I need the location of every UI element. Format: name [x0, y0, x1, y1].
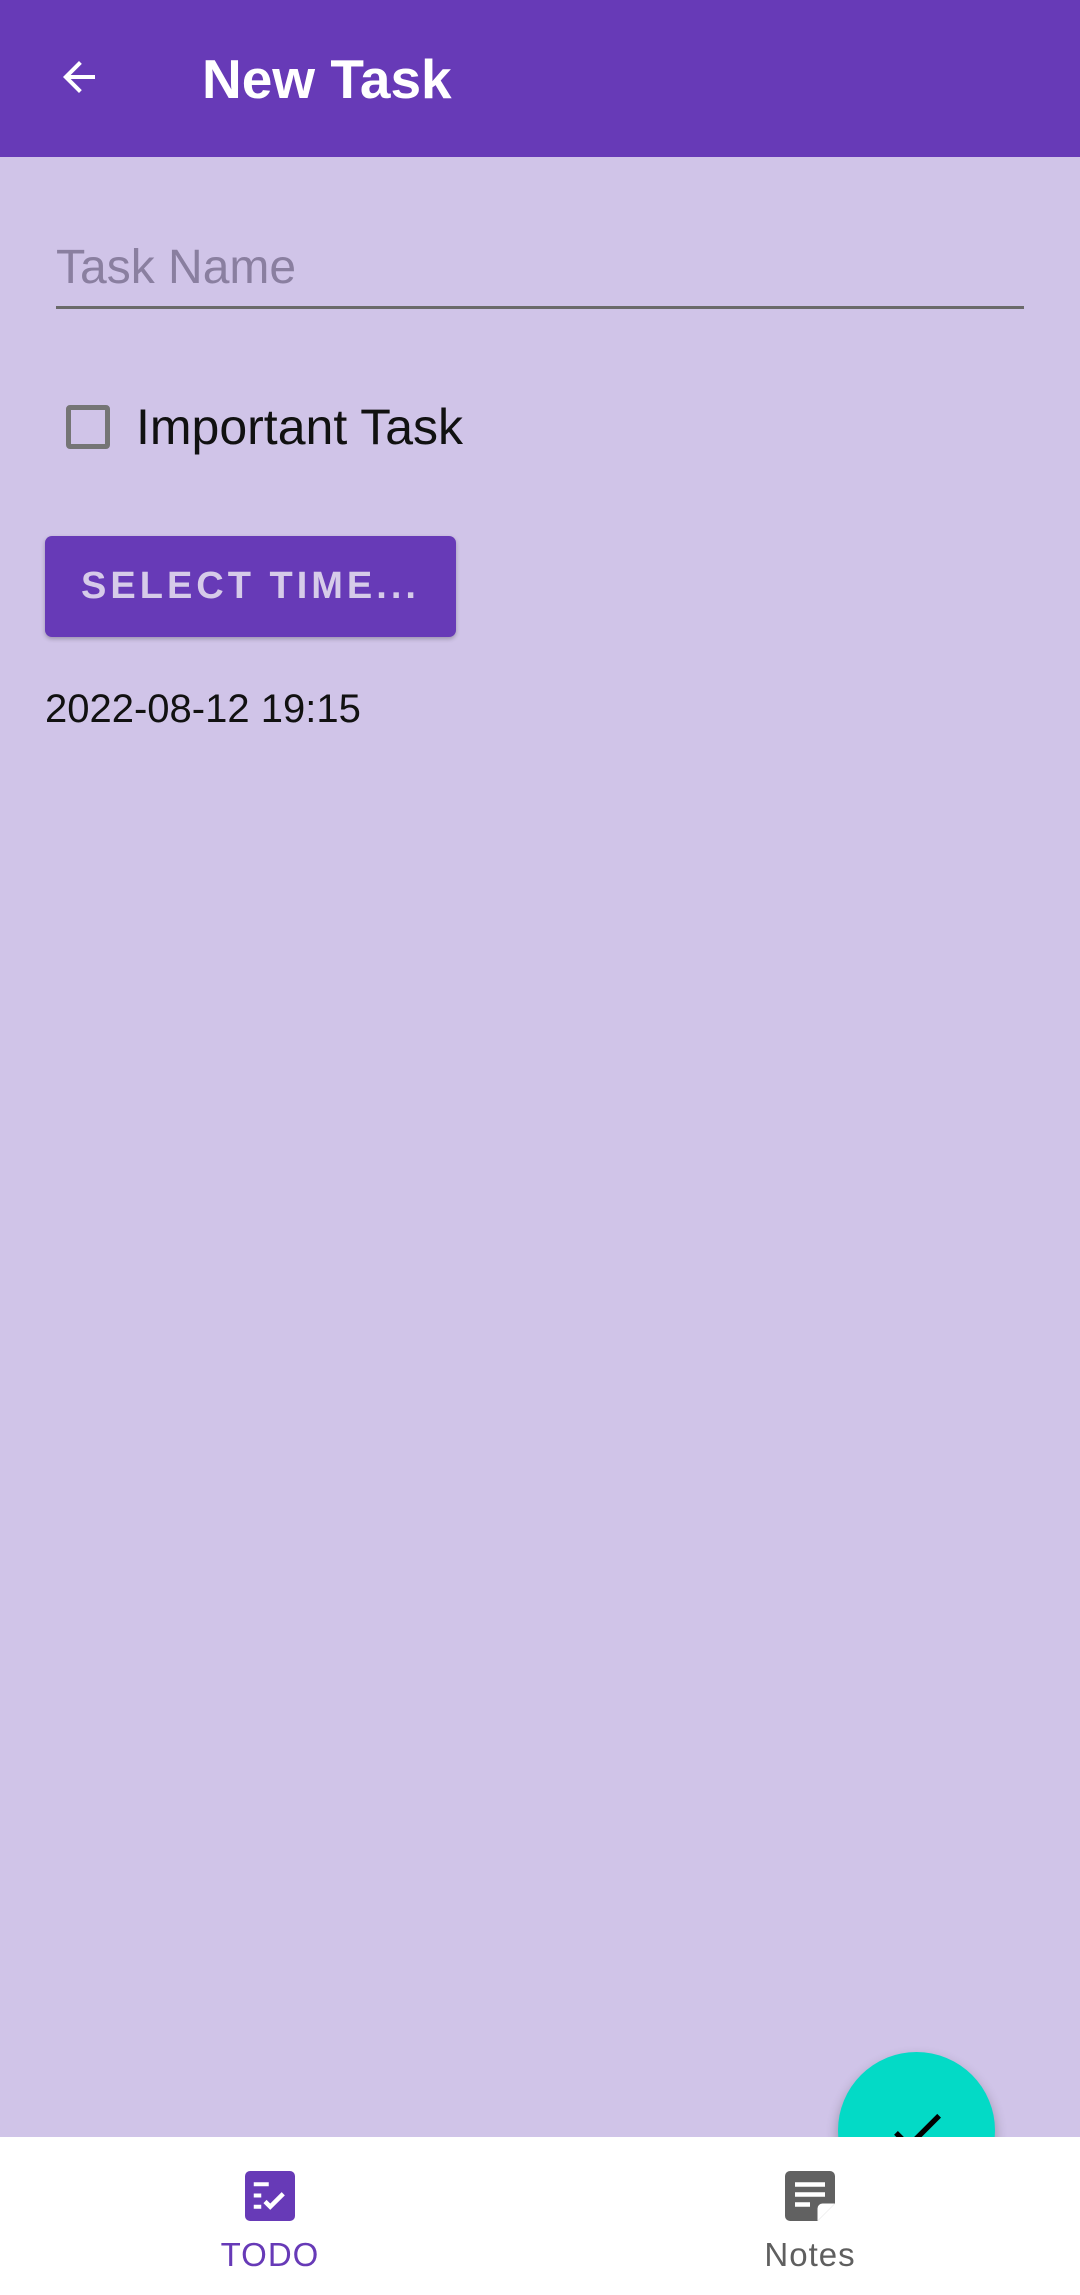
checkbox-box[interactable] — [66, 405, 110, 449]
nav-item-todo[interactable]: TODO — [0, 2137, 540, 2295]
note-icon — [785, 2171, 835, 2221]
checklist-icon — [245, 2171, 295, 2221]
nav-label-todo: TODO — [220, 2236, 320, 2273]
task-form: Important Task SELECT TIME... 2022-08-12… — [0, 157, 1080, 2209]
bottom-navigation: TODO Notes — [0, 2137, 1080, 2295]
selected-datetime: 2022-08-12 19:15 — [45, 687, 361, 731]
important-task-label: Important Task — [136, 399, 464, 455]
back-button[interactable] — [44, 42, 114, 112]
select-time-button[interactable]: SELECT TIME... — [45, 536, 456, 637]
important-task-checkbox[interactable]: Important Task — [56, 387, 463, 467]
arrow-left-icon — [63, 61, 95, 93]
app-bar: New Task — [0, 0, 1080, 157]
nav-label-notes: Notes — [764, 2236, 856, 2273]
task-name-input[interactable] — [56, 229, 1024, 309]
page-title: New Task — [202, 48, 452, 110]
nav-item-notes[interactable]: Notes — [540, 2137, 1080, 2295]
